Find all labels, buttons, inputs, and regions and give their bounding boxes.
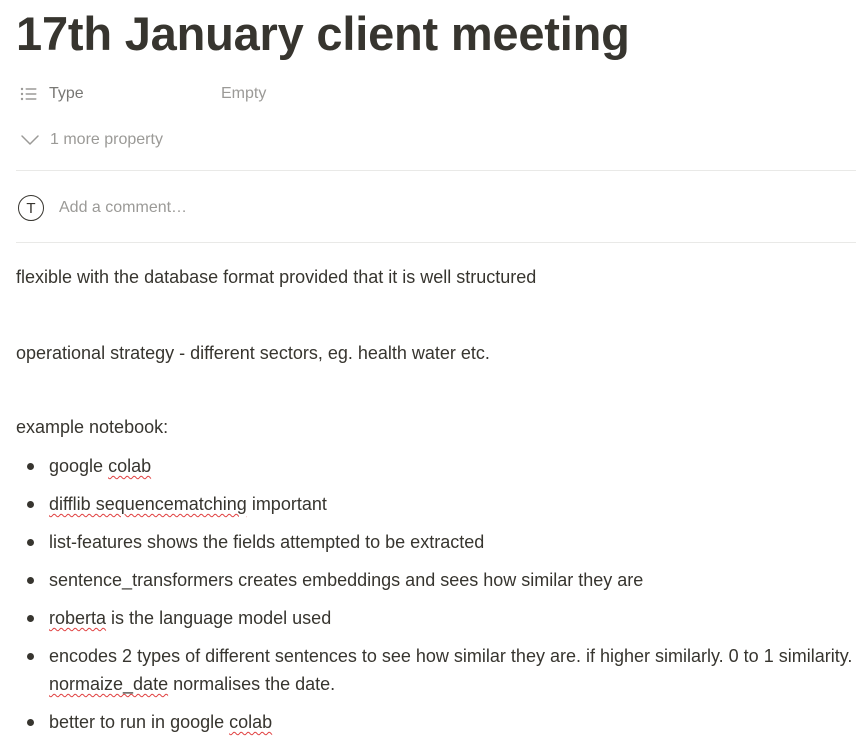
more-properties-label: 1 more property	[50, 131, 163, 148]
list-item[interactable]: roberta is the language model used	[16, 604, 856, 632]
bullet-icon	[27, 653, 34, 660]
list-item[interactable]: better to run in google colab	[16, 708, 856, 736]
text-block[interactable]: example notebook:	[16, 413, 168, 441]
list-item[interactable]: list-features shows the fields attempted…	[16, 528, 856, 556]
page-title[interactable]: 17th January client meeting	[16, 6, 630, 62]
property-row-type[interactable]: Type Empty	[16, 80, 856, 108]
list-item[interactable]: encodes 2 types of different sentences t…	[16, 642, 856, 698]
list-item[interactable]: sentence_transformers creates embeddings…	[16, 566, 856, 594]
chevron-down-icon	[21, 135, 39, 145]
property-value-type[interactable]: Empty	[221, 85, 266, 103]
more-properties-toggle[interactable]: 1 more property	[16, 126, 163, 154]
divider	[16, 170, 856, 171]
bullet-icon	[27, 719, 34, 726]
list-item[interactable]: google colab	[16, 452, 856, 480]
list-icon	[20, 87, 37, 101]
bulleted-list: google colab difflib sequencematching im…	[16, 452, 856, 746]
bullet-icon	[27, 615, 34, 622]
bullet-icon	[27, 577, 34, 584]
comment-input[interactable]	[59, 199, 759, 217]
bullet-icon	[27, 539, 34, 546]
bullet-icon	[27, 501, 34, 508]
avatar: T	[18, 195, 44, 221]
bullet-icon	[27, 463, 34, 470]
property-name-type[interactable]: Type	[49, 85, 221, 103]
list-item[interactable]: difflib sequencematching important	[16, 490, 856, 518]
comment-row: T	[16, 192, 759, 224]
divider	[16, 242, 856, 243]
text-block[interactable]: operational strategy - different sectors…	[16, 339, 490, 367]
text-block[interactable]: flexible with the database format provid…	[16, 263, 536, 291]
